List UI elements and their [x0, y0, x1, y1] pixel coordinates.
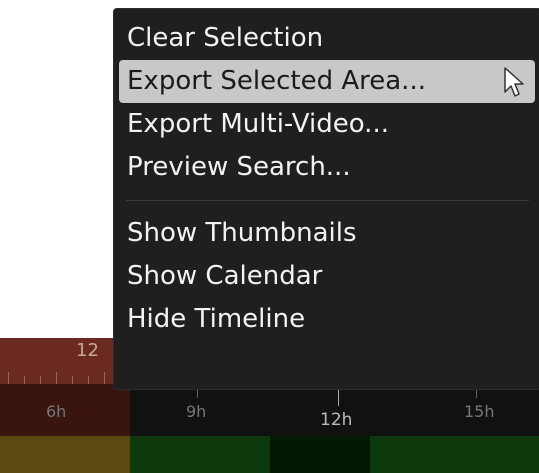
- menu-divider: [126, 200, 529, 201]
- tick: [56, 372, 57, 384]
- timeline-activity-band[interactable]: [0, 436, 539, 473]
- context-menu: Clear Selection Export Selected Area... …: [113, 8, 539, 390]
- timeline-selection-top: [0, 338, 130, 384]
- menu-item-preview-search[interactable]: Preview Search...: [114, 146, 539, 189]
- menu-item-clear-selection[interactable]: Clear Selection: [114, 17, 539, 60]
- timeline-top-label: 12: [76, 340, 99, 361]
- tick: [40, 376, 41, 384]
- menu-item-hide-timeline[interactable]: Hide Timeline: [114, 298, 539, 341]
- tick: [8, 372, 9, 384]
- tick: [24, 376, 25, 384]
- menu-item-export-selected-area[interactable]: Export Selected Area...: [119, 60, 535, 103]
- hour-label-6h: 6h: [46, 402, 67, 421]
- timeline-selection-bottom: [0, 436, 130, 473]
- tick: [338, 390, 339, 406]
- tick: [104, 372, 105, 384]
- menu-item-show-calendar[interactable]: Show Calendar: [114, 255, 539, 298]
- tick: [476, 390, 477, 398]
- timeline-activity-gap: [270, 436, 370, 473]
- menu-item-show-thumbnails[interactable]: Show Thumbnails: [114, 212, 539, 255]
- timeline-hour-band[interactable]: 6h 9h 12h 15h: [0, 384, 539, 436]
- hour-label-15h: 15h: [464, 402, 495, 421]
- hour-label-9h: 9h: [186, 402, 207, 421]
- hour-label-12h: 12h: [320, 410, 353, 430]
- tick: [88, 376, 89, 384]
- mouse-pointer-icon: [504, 67, 524, 97]
- menu-item-label: Export Selected Area...: [127, 66, 426, 96]
- menu-item-export-multi-video[interactable]: Export Multi-Video...: [114, 103, 539, 146]
- tick: [197, 390, 198, 398]
- tick: [72, 376, 73, 384]
